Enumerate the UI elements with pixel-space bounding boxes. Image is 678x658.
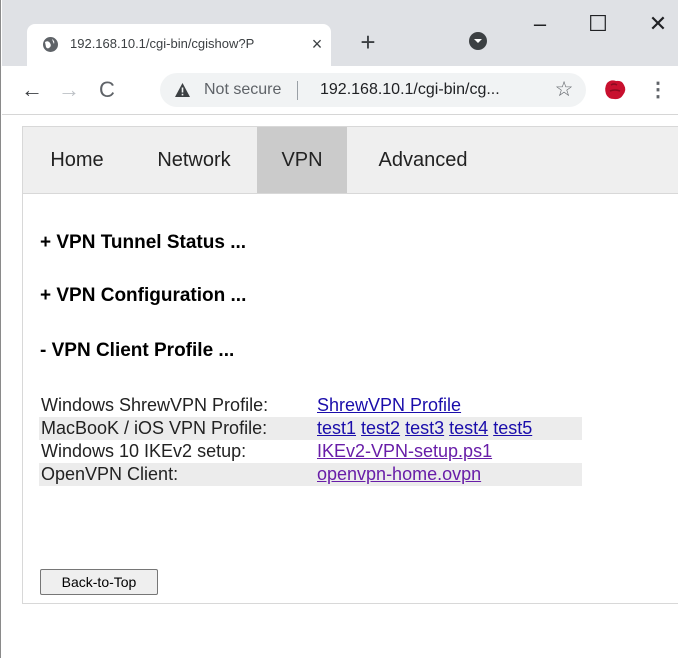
test2-link[interactable]: test2 [361, 418, 400, 438]
address-bar[interactable]: Not secure 192.168.10.1/cgi-bin/cg... ☆ [160, 73, 586, 107]
row-label: Windows 10 IKEv2 setup: [41, 441, 247, 461]
tab-close-icon[interactable]: × [306, 33, 328, 55]
row-links: openvpn-home.ovpn [315, 463, 582, 486]
shrewvpn-profile-link[interactable]: ShrewVPN Profile [317, 395, 461, 415]
tab-search-icon[interactable] [468, 31, 488, 51]
table-row: Windows ShrewVPN Profile: ShrewVPN Profi… [39, 394, 582, 417]
row-links: ShrewVPN Profile [315, 394, 582, 417]
table-row: OpenVPN Client: openvpn-home.ovpn [39, 463, 582, 486]
security-status[interactable]: Not secure [204, 81, 281, 99]
tab-strip: 192.168.10.1/cgi-bin/cgishow?P × + – ☐ ✕ [2, 0, 678, 66]
browser-window: 192.168.10.1/cgi-bin/cgishow?P × + – ☐ ✕… [0, 0, 678, 658]
browser-toolbar: ← → C Not secure 192.168.10.1/cgi-bin/cg… [2, 66, 678, 115]
reload-button[interactable]: C [93, 76, 121, 104]
row-links: test1 test2 test3 test4 test5 [315, 417, 582, 440]
nav-home[interactable]: Home [23, 127, 131, 193]
maximize-button[interactable]: ☐ [575, 10, 621, 40]
row-label: Windows ShrewVPN Profile: [41, 395, 269, 415]
extension-icon[interactable] [602, 77, 628, 103]
vpn-profile-table: Windows ShrewVPN Profile: ShrewVPN Profi… [39, 394, 582, 486]
section-vpn-tunnel-status[interactable]: + VPN Tunnel Status ... [40, 232, 246, 254]
ikev2-setup-link[interactable]: IKEv2-VPN-setup.ps1 [317, 441, 492, 461]
test1-link[interactable]: test1 [317, 418, 356, 438]
globe-icon [42, 36, 59, 53]
openvpn-config-link[interactable]: openvpn-home.ovpn [317, 464, 481, 484]
row-links: IKEv2-VPN-setup.ps1 [315, 440, 582, 463]
section-vpn-configuration[interactable]: + VPN Configuration ... [40, 285, 246, 307]
table-row: MacBooK / iOS VPN Profile: test1 test2 t… [39, 417, 582, 440]
table-row: Windows 10 IKEv2 setup: IKEv2-VPN-setup.… [39, 440, 582, 463]
top-nav: Home Network VPN Advanced [23, 127, 678, 194]
nav-vpn[interactable]: VPN [257, 127, 347, 193]
test4-link[interactable]: test4 [449, 418, 488, 438]
forward-button[interactable]: → [55, 76, 83, 104]
page-content: Home Network VPN Advanced + VPN Tunnel S… [22, 126, 678, 604]
url-text[interactable]: 192.168.10.1/cgi-bin/cg... [320, 81, 500, 99]
omnibox-divider [297, 81, 298, 100]
close-window-button[interactable]: ✕ [635, 10, 678, 40]
new-tab-button[interactable]: + [352, 28, 384, 58]
warning-icon[interactable] [174, 82, 191, 98]
nav-advanced[interactable]: Advanced [347, 127, 499, 193]
back-button[interactable]: ← [18, 76, 46, 104]
back-to-top-button[interactable]: Back-to-Top [40, 569, 158, 595]
minimize-button[interactable]: – [517, 10, 563, 40]
browser-menu-icon[interactable]: ⋮ [648, 76, 668, 104]
row-label: MacBooK / iOS VPN Profile: [41, 418, 268, 438]
test5-link[interactable]: test5 [493, 418, 532, 438]
tab-title: 192.168.10.1/cgi-bin/cgishow?P [70, 36, 255, 51]
test3-link[interactable]: test3 [405, 418, 444, 438]
section-vpn-client-profile[interactable]: - VPN Client Profile ... [40, 340, 234, 362]
row-label: OpenVPN Client: [41, 464, 179, 484]
browser-tab[interactable]: 192.168.10.1/cgi-bin/cgishow?P × [27, 24, 331, 66]
nav-network[interactable]: Network [131, 127, 257, 193]
bookmark-star-icon[interactable]: ☆ [552, 78, 576, 102]
